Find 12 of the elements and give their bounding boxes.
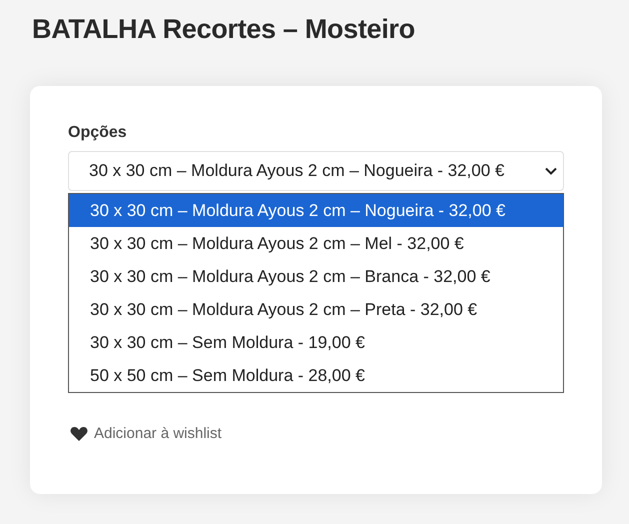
options-select[interactable]: 30 x 30 cm – Moldura Ayous 2 cm – Nogueira - 32,00 €: [68, 151, 564, 191]
dropdown-option[interactable]: 30 x 30 cm – Moldura Ayous 2 cm – Mel - 32,00 €: [69, 227, 563, 260]
wishlist-link[interactable]: Adicionar à wishlist: [70, 425, 222, 442]
dropdown-option[interactable]: 30 x 30 cm – Moldura Ayous 2 cm – Nogueira - 32,00 €: [69, 194, 563, 227]
chevron-down-icon: [545, 167, 557, 175]
dropdown-option[interactable]: 30 x 30 cm – Moldura Ayous 2 cm – Preta - 32,00 €: [69, 293, 563, 326]
dropdown-option[interactable]: 30 x 30 cm – Sem Moldura - 19,00 €: [69, 326, 563, 359]
heart-icon: [70, 426, 88, 442]
page-title: BATALHA Recortes – Mosteiro: [32, 14, 416, 46]
dropdown-option[interactable]: 30 x 30 cm – Moldura Ayous 2 cm – Branca - 32,00 €: [69, 260, 563, 293]
dropdown-option[interactable]: 50 x 50 cm – Sem Moldura - 28,00 €: [69, 359, 563, 392]
field-label: Opções: [68, 124, 128, 143]
